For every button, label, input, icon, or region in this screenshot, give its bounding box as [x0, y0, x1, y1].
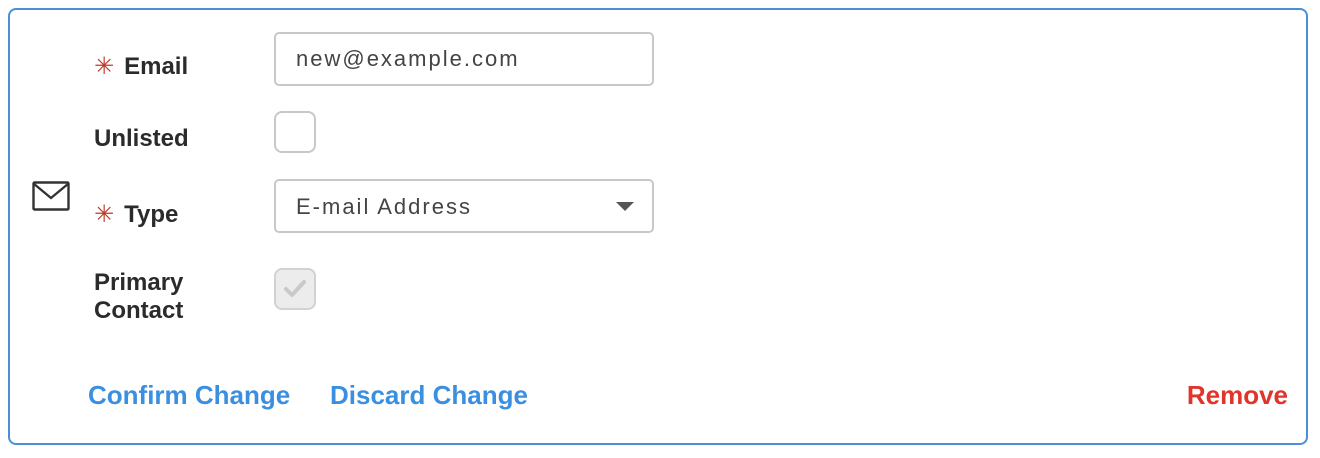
confirm-change-button[interactable]: Confirm Change — [88, 380, 290, 411]
mail-icon — [32, 181, 70, 211]
discard-change-button[interactable]: Discard Change — [330, 380, 528, 411]
email-input[interactable] — [274, 32, 654, 86]
email-label: Email — [124, 53, 189, 80]
type-select[interactable]: E-mail Address — [274, 179, 654, 233]
remove-button[interactable]: Remove — [1187, 380, 1288, 411]
email-label-row: ✳ Email — [94, 53, 188, 81]
primary-contact-label: Primary Contact — [94, 269, 183, 325]
required-marker: ✳ — [94, 201, 115, 228]
primary-label-line1: Primary — [94, 269, 184, 296]
type-label: Type — [124, 201, 179, 228]
contact-method-card: ✳ Email Unlisted ✳ Type E-mail Address Pri… — [8, 8, 1308, 445]
unlisted-checkbox[interactable] — [274, 111, 316, 153]
check-icon — [284, 280, 306, 297]
required-marker: ✳ — [94, 53, 115, 80]
primary-contact-checkbox — [274, 268, 316, 310]
primary-label-line2: Contact — [94, 297, 184, 324]
caret-down-icon — [616, 202, 634, 211]
unlisted-label: Unlisted — [94, 125, 189, 152]
type-select-value: E-mail Address — [296, 194, 472, 219]
type-label-row: ✳ Type — [94, 201, 178, 229]
